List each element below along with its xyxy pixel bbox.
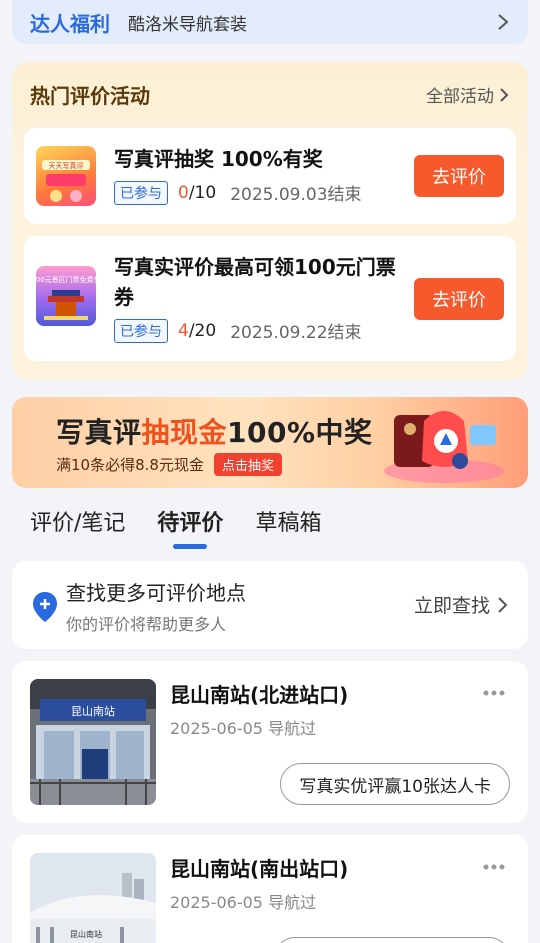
activity-thumbnail: 天天写真评 <box>36 146 96 206</box>
end-date: 2025.09.03结束 <box>230 185 362 205</box>
place-date: 2025-06-05 导航过 <box>170 893 317 912</box>
banner-subtitle: 酷洛米导航套装 <box>128 14 247 35</box>
place-name: 昆山南站(北进站口) <box>170 683 349 707</box>
svg-text:100元景区门票免费领: 100元景区门票免费领 <box>36 275 96 284</box>
all-activities-link[interactable]: 全部活动 <box>426 82 510 107</box>
location-plus-icon <box>33 592 57 622</box>
talent-benefits-banner[interactable]: 达人福利 酷洛米导航套装 <box>12 0 528 44</box>
more-options-icon[interactable] <box>482 863 506 871</box>
chevron-right-icon <box>500 87 509 102</box>
find-title: 查找更多可评价地点 <box>66 581 246 605</box>
activity-title: 写真实评价最高可领100元门票 券 <box>114 255 396 309</box>
tab-pending-review[interactable]: 待评价 <box>157 505 223 549</box>
place-date: 2025-06-05 导航过 <box>170 719 317 738</box>
more-options-icon[interactable] <box>482 689 506 697</box>
hot-review-activities: 热门评价活动 全部活动 天天写真评 写真评抽奖 100%有奖 已参与 0/10 … <box>12 62 528 380</box>
go-review-button[interactable]: 去评价 <box>414 278 504 320</box>
svg-text:天天写真评: 天天写真评 <box>49 161 84 170</box>
all-activities-label: 全部活动 <box>426 87 494 107</box>
cash-lottery-banner[interactable]: 写真评抽现金100%中奖 满10条必得8.8元现金 点击抽奖 <box>12 397 528 488</box>
place-photo: 昆山南站 <box>30 679 156 805</box>
tab-reviews-notes[interactable]: 评价/笔记 <box>30 505 125 549</box>
chevron-right-icon <box>498 14 509 30</box>
go-review-button[interactable]: 去评价 <box>414 155 504 197</box>
participated-badge: 已参与 <box>114 318 168 343</box>
activity-title: 写真评抽奖 100%有奖 <box>114 147 323 171</box>
find-subtitle: 你的评价将帮助更多人 <box>66 615 227 634</box>
place-name: 昆山南站(南出站口) <box>170 857 349 881</box>
svg-text:昆山南站: 昆山南站 <box>70 929 102 939</box>
progress-count: 4/20 <box>178 320 217 341</box>
write-review-button[interactable] <box>274 937 510 943</box>
gift-phone-icon <box>384 411 504 483</box>
banner-title: 达人福利 <box>30 11 110 36</box>
write-review-button[interactable]: 写真实优评赢10张达人卡 <box>280 763 510 805</box>
activity-thumbnail: 100元景区门票免费领 <box>36 266 96 326</box>
find-now-label: 立即查找 <box>413 595 490 617</box>
tab-drafts[interactable]: 草稿箱 <box>255 505 321 549</box>
svg-text:昆山南站: 昆山南站 <box>71 704 115 718</box>
draw-button[interactable]: 点击抽奖 <box>213 453 282 476</box>
activity-card[interactable]: 100元景区门票免费领 写真实评价最高可领100元门票 券 已参与 4/20 2… <box>24 236 516 361</box>
place-card[interactable]: 昆山南站 昆山南站(北进站口) 2025-06-05 导航过 写真实优评赢10张… <box>12 661 528 823</box>
review-tabs: 评价/笔记 待评价 草稿箱 <box>30 505 321 549</box>
find-more-places[interactable]: 查找更多可评价地点 你的评价将帮助更多人 立即查找 <box>12 561 528 649</box>
participated-badge: 已参与 <box>114 180 168 205</box>
place-card[interactable]: 昆山南站 昆山南站(南出站口) 2025-06-05 导航过 <box>12 835 528 943</box>
promo-headline: 写真评抽现金100%中奖 <box>56 416 373 449</box>
promo-subtitle: 满10条必得8.8元现金 <box>56 456 204 474</box>
end-date: 2025.09.22结束 <box>230 323 362 343</box>
activity-card[interactable]: 天天写真评 写真评抽奖 100%有奖 已参与 0/10 2025.09.03结束… <box>24 128 516 224</box>
place-photo: 昆山南站 <box>30 853 156 943</box>
section-title: 热门评价活动 <box>30 84 150 108</box>
chevron-right-icon <box>498 596 508 613</box>
progress-count: 0/10 <box>178 182 217 203</box>
find-now-button[interactable]: 立即查找 <box>414 591 508 618</box>
